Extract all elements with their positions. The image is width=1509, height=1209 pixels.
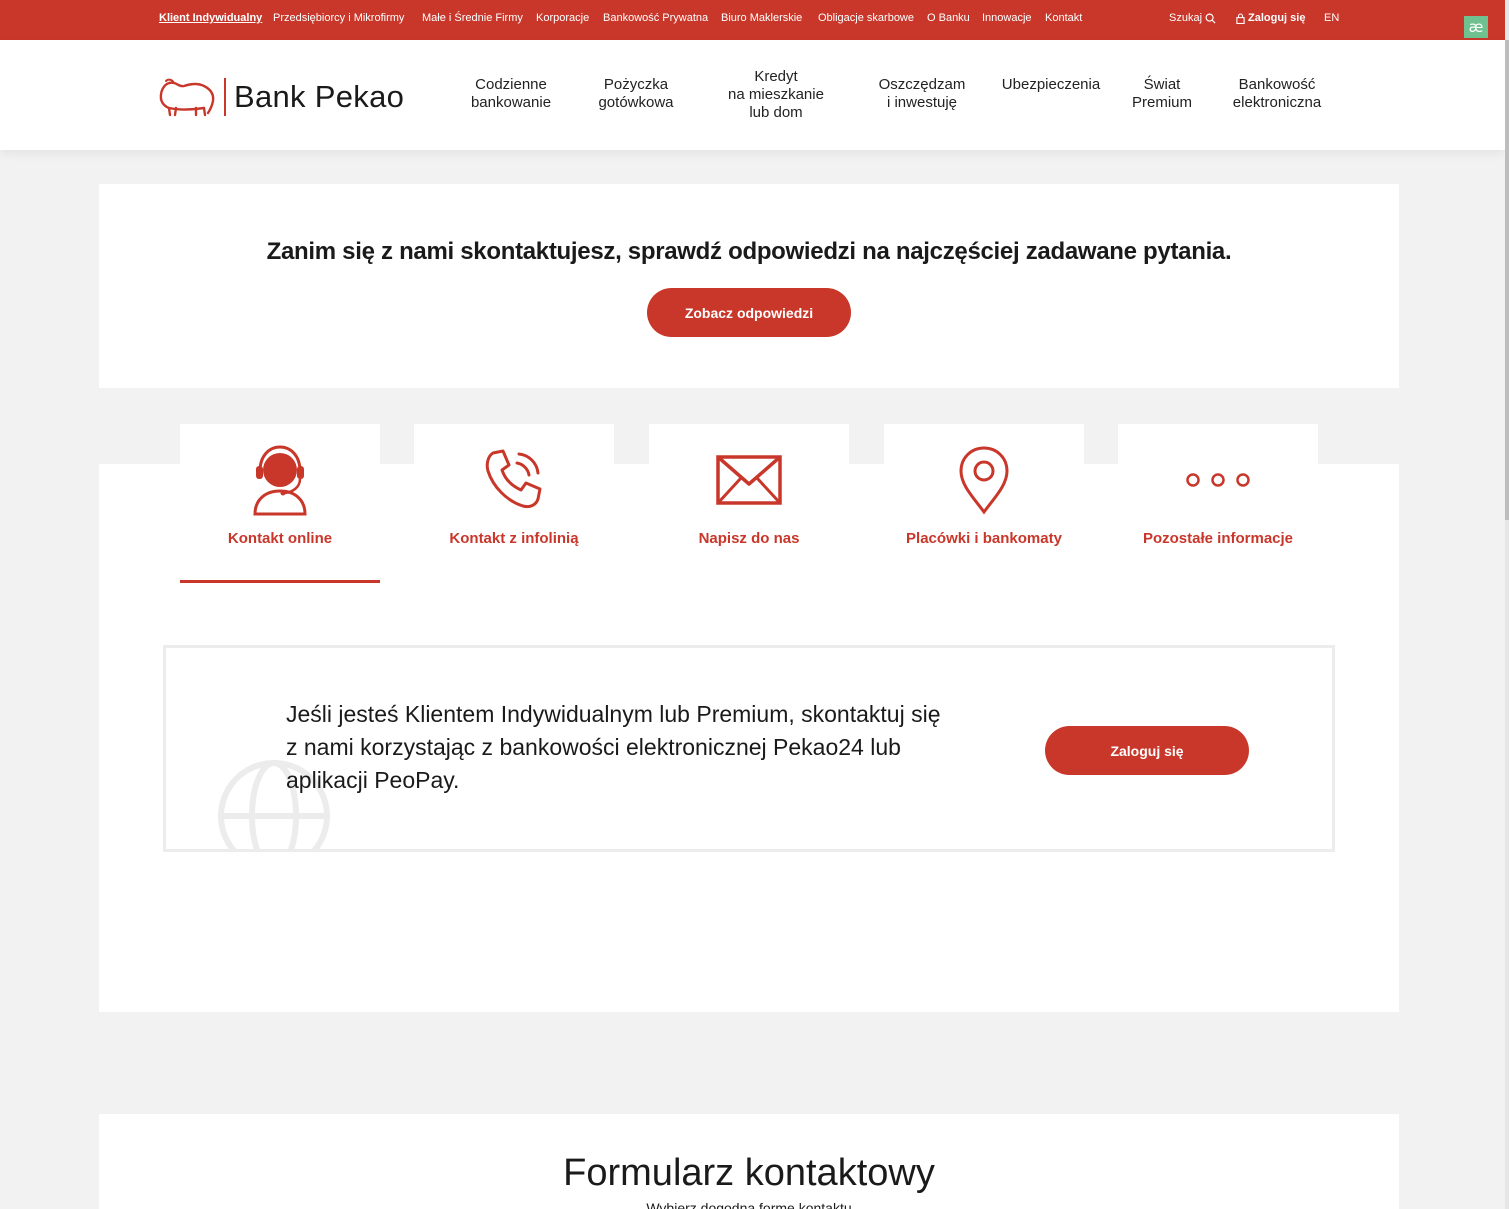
nav-line: i inwestuję bbox=[886, 94, 958, 111]
nav-line: Świat bbox=[1143, 76, 1181, 93]
more-dots-icon bbox=[1118, 442, 1318, 518]
topbar-link-obligacje[interactable]: Obligacje skarbowe bbox=[818, 12, 914, 24]
topbar-link-male-srednie-firmy[interactable]: Małe i Średnie Firmy bbox=[422, 12, 523, 24]
bank-logo[interactable]: Bank Pekao bbox=[158, 76, 404, 118]
nav-pozyczka-gotowkowa[interactable]: Pożyczka gotówkowa bbox=[592, 76, 680, 112]
nav-line: elektroniczna bbox=[1232, 94, 1322, 111]
tab-placowki-bankomaty[interactable]: Placówki i bankomaty bbox=[884, 424, 1084, 584]
search-button[interactable]: Szukaj bbox=[1169, 12, 1216, 24]
login-link[interactable]: Zaloguj się bbox=[1236, 12, 1305, 24]
search-label: Szukaj bbox=[1169, 12, 1203, 24]
map-pin-icon bbox=[884, 442, 1084, 518]
envelope-icon bbox=[649, 442, 849, 518]
accessibility-badge-icon[interactable]: æ bbox=[1464, 16, 1488, 38]
nav-bankowosc-elektroniczna[interactable]: Bankowość elektroniczna bbox=[1224, 76, 1330, 112]
tab-pozostale-informacje[interactable]: Pozostałe informacje bbox=[1118, 424, 1318, 584]
nav-line: Pożyczka bbox=[603, 76, 669, 93]
active-tab-indicator bbox=[180, 580, 380, 583]
topbar-link-korporacje[interactable]: Korporacje bbox=[536, 12, 589, 24]
nav-kredyt-mieszkanie[interactable]: Kredyt na mieszkanie lub dom bbox=[722, 68, 830, 122]
scrollbar-thumb[interactable] bbox=[1505, 40, 1509, 520]
tab-label: Pozostałe informacje bbox=[1142, 530, 1294, 547]
language-switch-en[interactable]: EN bbox=[1324, 12, 1339, 24]
tab-label: Napisz do nas bbox=[698, 530, 800, 547]
search-icon bbox=[1205, 13, 1216, 24]
topbar-link-innowacje[interactable]: Innowacje bbox=[982, 12, 1032, 24]
lock-icon bbox=[1236, 12, 1245, 24]
nav-line: bankowanie bbox=[470, 94, 552, 111]
topbar-link-klient-indywidualny[interactable]: Klient Indywidualny bbox=[159, 12, 262, 24]
nav-line: Oszczędzam bbox=[878, 76, 966, 93]
topbar-link-biuro-maklerskie[interactable]: Biuro Maklerskie bbox=[721, 12, 802, 24]
contact-form-card: Formularz kontaktowy Wybierz dogodną for… bbox=[99, 1114, 1399, 1209]
logo-divider bbox=[224, 78, 226, 116]
topbar-link-o-banku[interactable]: O Banku bbox=[927, 12, 970, 24]
nav-line: Premium bbox=[1131, 94, 1192, 111]
login-label: Zaloguj się bbox=[1248, 12, 1306, 24]
tab-kontakt-online[interactable]: Kontakt online bbox=[180, 424, 380, 584]
nav-oszczedzam-inwestuje[interactable]: Oszczędzam i inwestuję bbox=[872, 76, 972, 112]
tab-label: Placówki i bankomaty bbox=[906, 530, 1062, 547]
online-contact-info-box: Jeśli jesteś Klientem Indywidualnym lub … bbox=[163, 645, 1335, 852]
contact-form-subtitle: Wybierz dogodną formę kontaktu bbox=[646, 1200, 852, 1209]
bison-logo-icon bbox=[159, 78, 215, 117]
phone-ringing-icon bbox=[414, 442, 614, 518]
nav-line: lub dom bbox=[749, 104, 803, 121]
nav-line: Ubezpieczenia bbox=[1001, 76, 1101, 93]
tab-kontakt-infolinia[interactable]: Kontakt z infolinią bbox=[414, 424, 614, 584]
nav-codzienne-bankowanie[interactable]: Codzienne bankowanie bbox=[466, 76, 556, 112]
info-login-button[interactable]: Zaloguj się bbox=[1045, 726, 1249, 775]
tab-label: Kontakt z infolinią bbox=[449, 530, 579, 547]
logo-text: Bank Pekao bbox=[234, 79, 405, 114]
tab-label: Kontakt online bbox=[227, 530, 333, 547]
topbar-link-kontakt[interactable]: Kontakt bbox=[1045, 12, 1082, 24]
faq-card: Zanim się z nami skontaktujesz, sprawdź … bbox=[99, 184, 1399, 388]
nav-line: Bankowość bbox=[1238, 76, 1316, 93]
nav-line: gotówkowa bbox=[598, 94, 674, 111]
faq-title: Zanim się z nami skontaktujesz, sprawdź … bbox=[266, 238, 1232, 265]
main-header: Bank Pekao Codzienne bankowanie Pożyczka… bbox=[0, 40, 1505, 150]
topbar-link-przedsiebiorcy[interactable]: Przedsiębiorcy i Mikrofirmy bbox=[273, 12, 404, 24]
nav-line: Codzienne bbox=[475, 76, 547, 93]
nav-swiat-premium[interactable]: Świat Premium bbox=[1126, 76, 1198, 112]
online-contact-text: Jeśli jesteś Klientem Indywidualnym lub … bbox=[286, 701, 941, 793]
topbar-link-bankowosc-prywatna[interactable]: Bankowość Prywatna bbox=[603, 12, 708, 24]
nav-ubezpieczenia[interactable]: Ubezpieczenia bbox=[998, 76, 1104, 94]
headset-agent-icon bbox=[180, 442, 380, 518]
contact-form-title: Formularz kontaktowy bbox=[563, 1152, 935, 1194]
tab-napisz-do-nas[interactable]: Napisz do nas bbox=[649, 424, 849, 584]
top-utility-bar: Klient Indywidualny Przedsiębiorcy i Mik… bbox=[0, 0, 1505, 40]
faq-answers-button[interactable]: Zobacz odpowiedzi bbox=[647, 288, 851, 337]
nav-line: Kredyt bbox=[754, 68, 798, 85]
nav-line: na mieszkanie bbox=[728, 86, 824, 103]
